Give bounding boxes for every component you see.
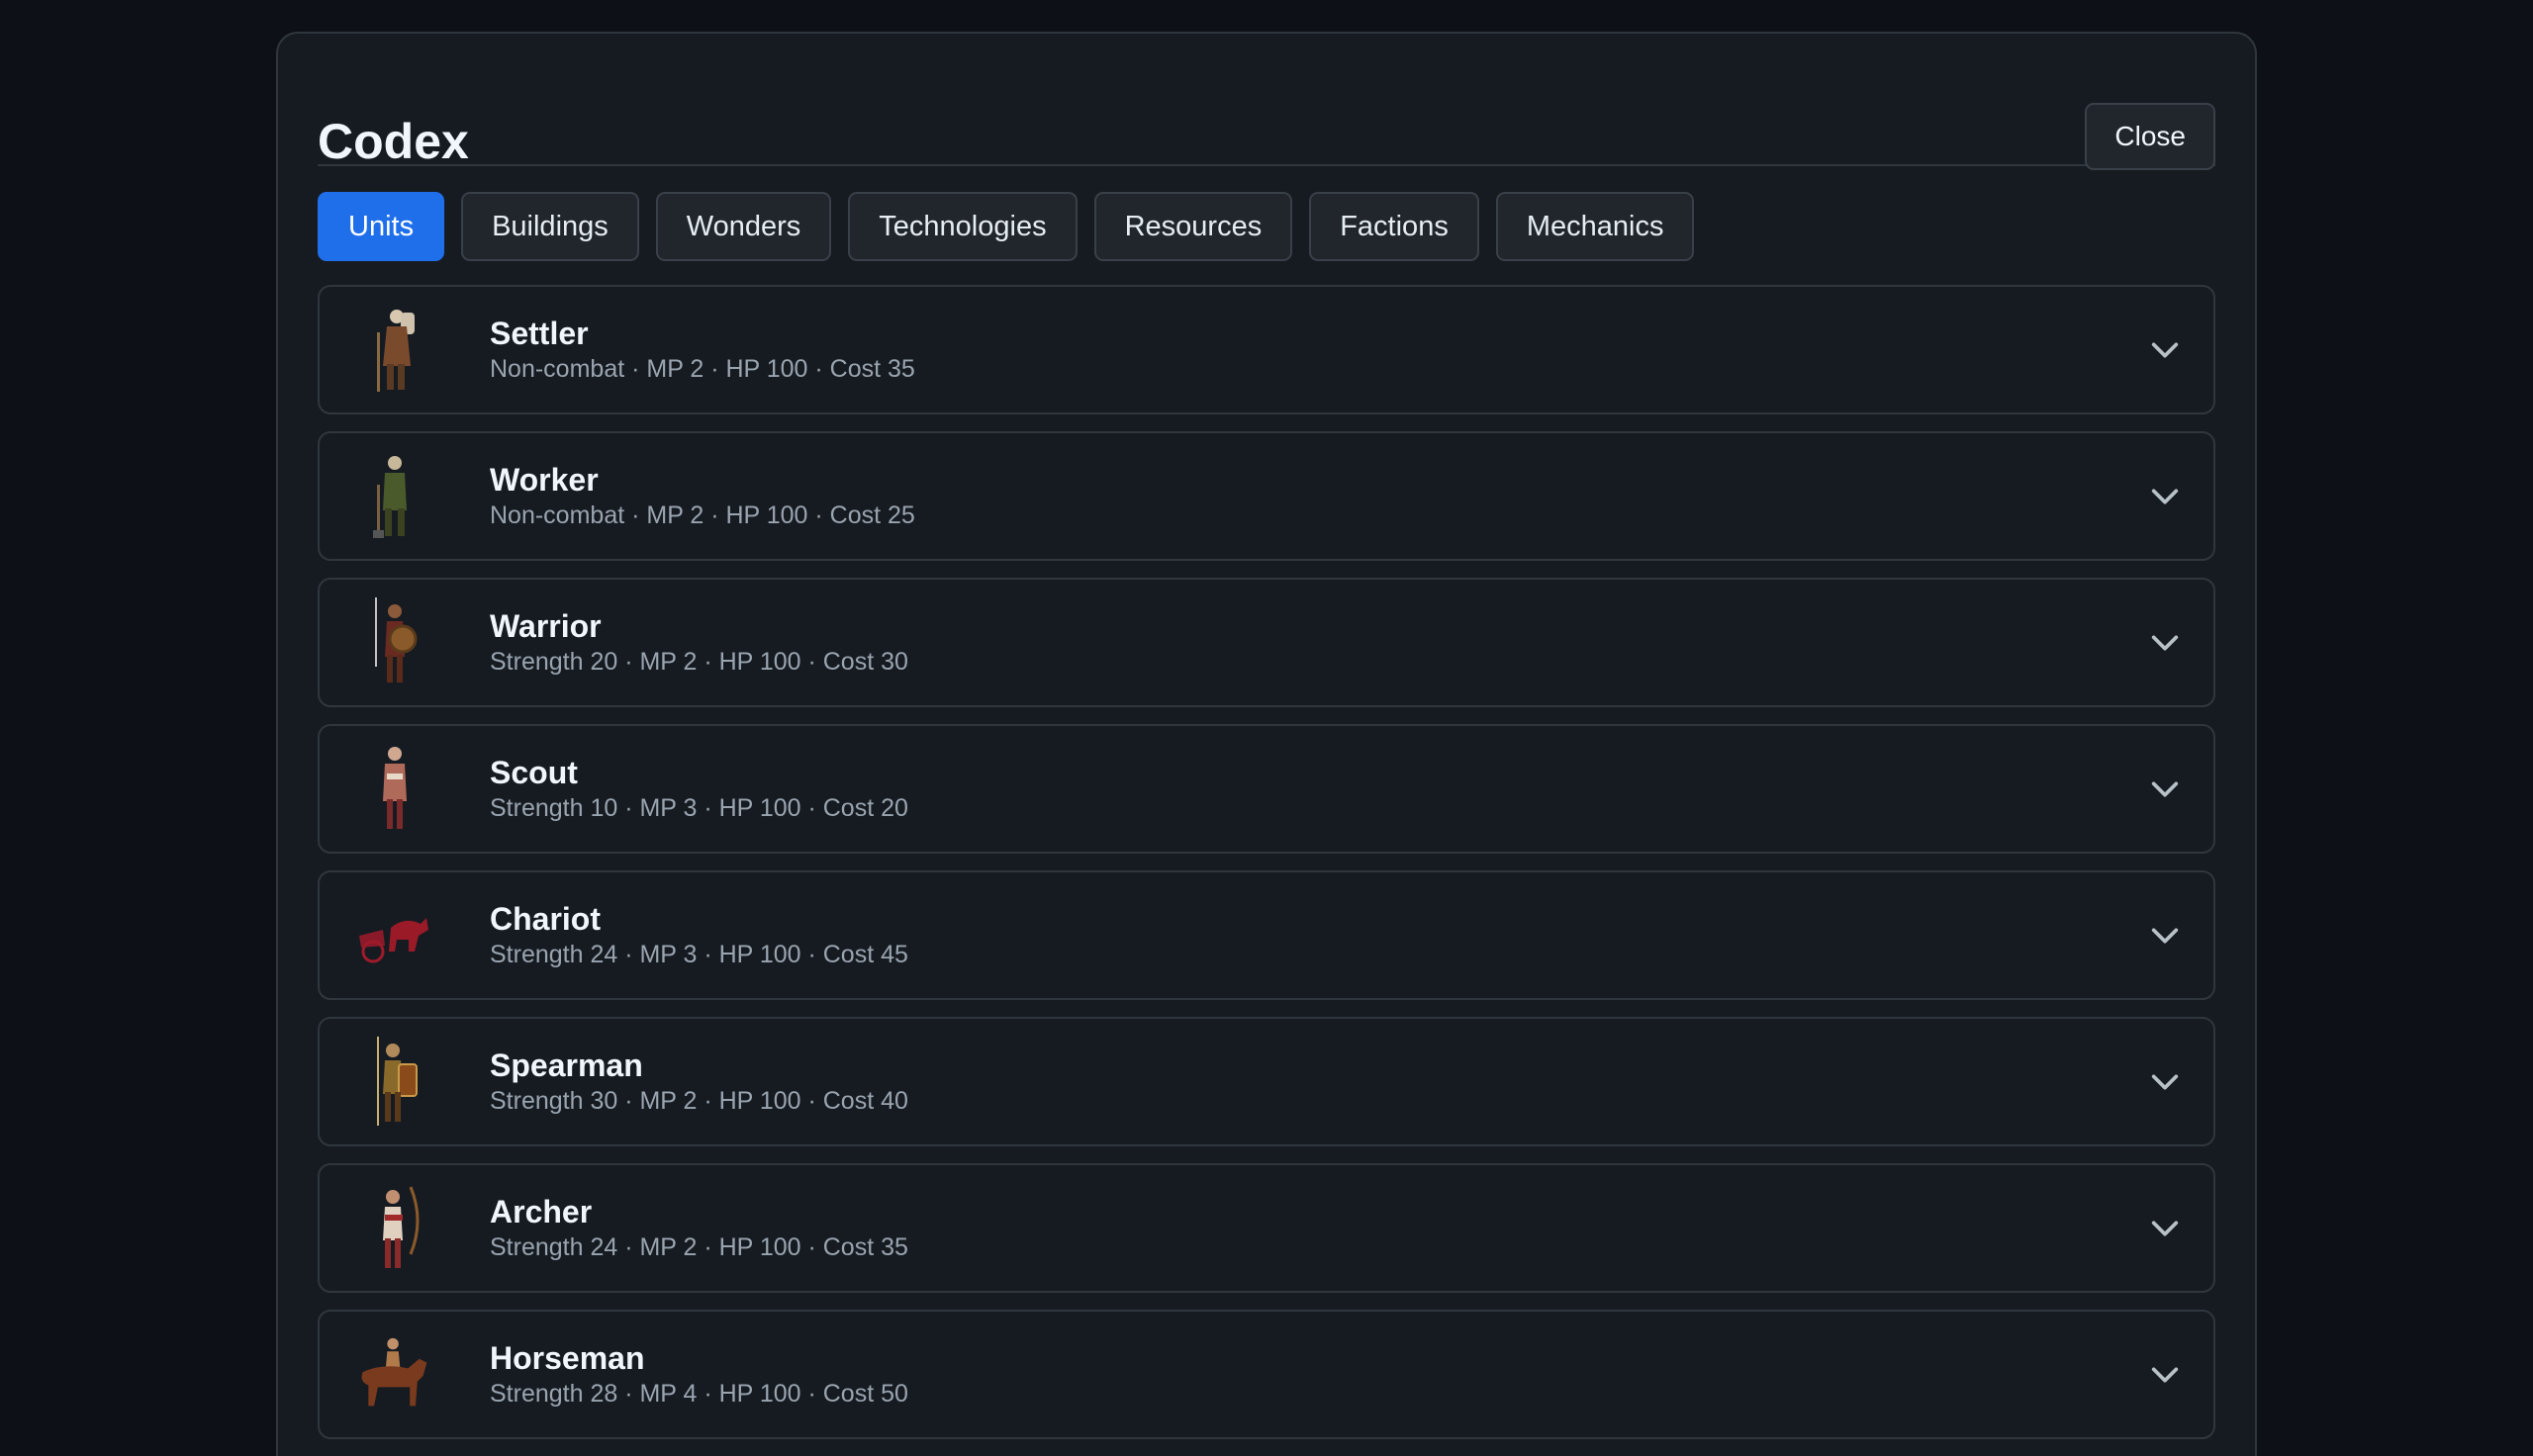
archer-icon	[355, 1179, 434, 1278]
chevron-down-icon[interactable]	[2148, 1212, 2182, 1245]
worker-icon	[355, 447, 434, 546]
unit-stats: Strength 10 · MP 3 · HP 100 · Cost 20	[490, 793, 908, 822]
unit-name: Warrior	[490, 607, 602, 644]
unit-row-warrior[interactable]: Warrior Strength 20 · MP 2 · HP 100 · Co…	[318, 578, 2215, 707]
unit-row-archer[interactable]: Archer Strength 24 · MP 2 · HP 100 · Cos…	[318, 1163, 2215, 1293]
unit-info: Archer Strength 24 · MP 2 · HP 100 · Cos…	[490, 1193, 908, 1264]
unit-info: Scout Strength 10 · MP 3 · HP 100 · Cost…	[490, 754, 908, 825]
unit-stats: Strength 24 · MP 2 · HP 100 · Cost 35	[490, 1232, 908, 1261]
unit-row-settler[interactable]: Settler Non-combat · MP 2 · HP 100 · Cos…	[318, 285, 2215, 414]
unit-stats: Non-combat · MP 2 · HP 100 · Cost 35	[490, 354, 915, 383]
scout-icon	[355, 740, 434, 839]
tab-resources[interactable]: Resources	[1093, 192, 1293, 261]
chevron-down-icon[interactable]	[2148, 333, 2182, 367]
unit-info: Settler Non-combat · MP 2 · HP 100 · Cos…	[490, 315, 915, 386]
unit-stats: Strength 20 · MP 2 · HP 100 · Cost 30	[490, 647, 908, 676]
tab-units[interactable]: Units	[318, 192, 445, 261]
unit-info: Worker Non-combat · MP 2 · HP 100 · Cost…	[490, 461, 915, 532]
tab-mechanics[interactable]: Mechanics	[1495, 192, 1695, 261]
unit-name: Settler	[490, 315, 589, 351]
unit-stats: Strength 30 · MP 2 · HP 100 · Cost 40	[490, 1086, 908, 1115]
unit-info: Horseman Strength 28 · MP 4 · HP 100 · C…	[490, 1339, 908, 1410]
chevron-down-icon[interactable]	[2148, 773, 2182, 806]
unit-stats: Strength 24 · MP 3 · HP 100 · Cost 45	[490, 940, 908, 968]
unit-name: Horseman	[490, 1339, 645, 1376]
tab-buildings[interactable]: Buildings	[461, 192, 639, 261]
modal-title: Codex	[318, 114, 469, 169]
unit-name: Scout	[490, 754, 578, 790]
chevron-down-icon[interactable]	[2148, 626, 2182, 660]
unit-stats: Strength 28 · MP 4 · HP 100 · Cost 50	[490, 1379, 908, 1408]
chevron-down-icon[interactable]	[2148, 919, 2182, 953]
codex-modal: Codex Close Units Buildings Wonders Tech…	[276, 32, 2257, 1456]
chevron-down-icon[interactable]	[2148, 480, 2182, 513]
tab-factions[interactable]: Factions	[1309, 192, 1479, 261]
chariot-icon	[355, 886, 434, 985]
unit-name: Archer	[490, 1193, 593, 1229]
unit-stats: Non-combat · MP 2 · HP 100 · Cost 25	[490, 500, 915, 529]
unit-list: Settler Non-combat · MP 2 · HP 100 · Cos…	[318, 285, 2215, 1439]
unit-row-scout[interactable]: Scout Strength 10 · MP 3 · HP 100 · Cost…	[318, 724, 2215, 854]
close-button[interactable]: Close	[2085, 103, 2215, 170]
tab-technologies[interactable]: Technologies	[848, 192, 1078, 261]
unit-info: Chariot Strength 24 · MP 3 · HP 100 · Co…	[490, 900, 908, 971]
settler-icon	[355, 301, 434, 400]
modal-header: Codex Close	[318, 71, 2215, 170]
spearman-icon	[355, 1033, 434, 1132]
horseman-icon	[355, 1325, 434, 1424]
unit-row-chariot[interactable]: Chariot Strength 24 · MP 3 · HP 100 · Co…	[318, 870, 2215, 1000]
chevron-down-icon[interactable]	[2148, 1065, 2182, 1099]
tab-bar: Units Buildings Wonders Technologies Res…	[318, 192, 2215, 261]
unit-row-worker[interactable]: Worker Non-combat · MP 2 · HP 100 · Cost…	[318, 431, 2215, 561]
unit-row-spearman[interactable]: Spearman Strength 30 · MP 2 · HP 100 · C…	[318, 1017, 2215, 1146]
unit-name: Worker	[490, 461, 599, 498]
unit-name: Chariot	[490, 900, 601, 937]
unit-name: Spearman	[490, 1046, 643, 1083]
unit-info: Warrior Strength 20 · MP 2 · HP 100 · Co…	[490, 607, 908, 679]
tab-wonders[interactable]: Wonders	[655, 192, 832, 261]
unit-row-horseman[interactable]: Horseman Strength 28 · MP 4 · HP 100 · C…	[318, 1310, 2215, 1439]
chevron-down-icon[interactable]	[2148, 1358, 2182, 1392]
warrior-icon	[355, 593, 434, 692]
unit-info: Spearman Strength 30 · MP 2 · HP 100 · C…	[490, 1046, 908, 1118]
